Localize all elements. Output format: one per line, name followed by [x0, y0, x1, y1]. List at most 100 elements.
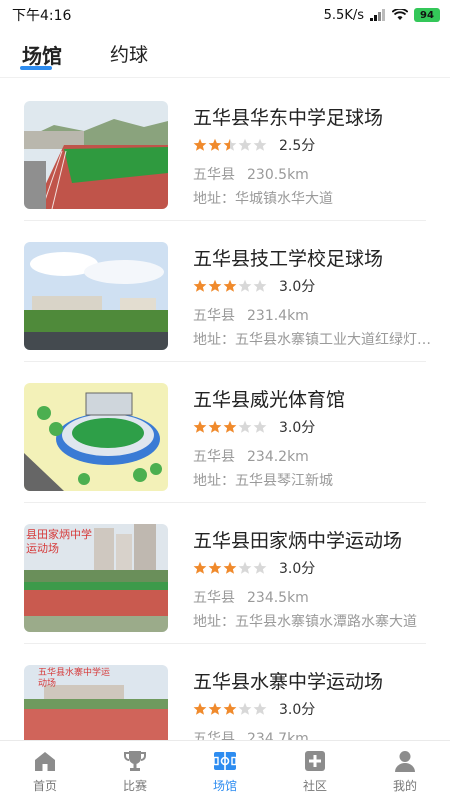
photo-caption: 县田家炳中学 [26, 527, 92, 541]
trophy-icon [124, 751, 146, 771]
star-full-icon [208, 138, 222, 151]
star-full-icon [193, 561, 207, 574]
nav-label: 社区 [302, 779, 327, 793]
venue-address: 地址：五华县水寨镇工业大道红绿灯路口 [193, 332, 431, 348]
status-time: 下午4:16 [12, 8, 72, 24]
star-full-icon [208, 420, 222, 433]
venue-county: 五华县 [193, 167, 235, 183]
venue-list[interactable]: 五华县华东中学足球场 2.5分 五华县 230.5km 地址：华城镇水华大道 五华… [0, 80, 450, 740]
venue-name: 五华县威光体育馆 [193, 389, 346, 411]
star-empty-icon [253, 702, 267, 715]
venue-name: 五华县华东中学足球场 [193, 107, 384, 129]
venue-address: 地址：五华县水寨镇水潭路水寨大道 [193, 614, 417, 630]
venue-rating: 3.0分 [193, 559, 315, 577]
venue-distance-row: 五华县 230.5km [193, 164, 309, 184]
venue-county: 五华县 [193, 590, 235, 606]
nav-matches[interactable]: 比赛 [90, 741, 180, 800]
star-full-icon [223, 561, 237, 574]
venue-county: 五华县 [193, 731, 235, 740]
star-full-icon [193, 279, 207, 292]
nav-community[interactable]: 社区 [270, 741, 360, 800]
star-empty-icon [238, 138, 252, 151]
star-full-icon [193, 138, 207, 151]
venue-name: 五华县田家炳中学运动场 [193, 530, 403, 552]
venue-distance: 234.5km [247, 590, 309, 606]
rating-score: 3.0分 [279, 702, 316, 718]
rating-stars [193, 561, 267, 575]
venue-photo: 县田家炳中学 运动场 [24, 524, 168, 632]
wifi-icon [392, 9, 408, 20]
venue-distance: 234.7km [247, 731, 309, 740]
venue-distance-row: 五华县 234.7km [193, 728, 309, 740]
nav-profile[interactable]: 我的 [360, 741, 450, 800]
bottom-nav: 首页 比赛 场馆 社区 我的 [0, 740, 450, 800]
venue-county: 五华县 [193, 449, 235, 465]
venue-county: 五华县 [193, 308, 235, 324]
venue-distance-row: 五华县 231.4km [193, 305, 309, 325]
venue-photo [24, 242, 168, 350]
venue-distance-row: 五华县 234.2km [193, 446, 309, 466]
star-full-icon [193, 420, 207, 433]
venue-rating: 2.5分 [193, 136, 315, 154]
rating-score: 2.5分 [279, 138, 316, 154]
stadium-icon [213, 752, 237, 770]
star-empty-icon [238, 702, 252, 715]
venue-distance: 231.4km [247, 308, 309, 324]
community-plus-icon [305, 751, 325, 771]
star-full-icon [223, 279, 237, 292]
signal-icon [370, 9, 385, 21]
star-empty-icon [253, 279, 267, 292]
battery-icon: 94 [414, 8, 440, 22]
venue-rating: 3.0分 [193, 277, 315, 295]
nav-label: 比赛 [122, 779, 147, 793]
status-right: 5.5K/s 94 [324, 8, 440, 23]
star-empty-icon [238, 561, 252, 574]
venue-photo [24, 383, 168, 491]
rating-stars [193, 702, 267, 716]
venue-photo [24, 101, 168, 209]
star-empty-icon [253, 561, 267, 574]
photo-caption: 动场 [38, 678, 56, 689]
star-full-icon [208, 561, 222, 574]
star-half-icon [223, 138, 237, 151]
venue-photo: 五华县水寨中学运 动场 [24, 665, 168, 740]
status-bar: 下午4:16 5.5K/s 94 [0, 0, 450, 30]
venue-card[interactable]: 五华县水寨中学运 动场 五华县水寨中学运动场 3.0分 五华县 234.7km [0, 644, 450, 740]
star-empty-icon [253, 138, 267, 151]
tab-venues[interactable]: 场馆 [22, 40, 62, 69]
venue-distance: 230.5km [247, 167, 309, 183]
photo-caption: 五华县水寨中学运 [38, 666, 110, 678]
venue-name: 五华县水寨中学运动场 [193, 671, 384, 693]
nav-label: 我的 [392, 779, 417, 793]
venue-address: 地址：五华县琴江新城 [193, 473, 333, 489]
venue-rating: 3.0分 [193, 700, 315, 718]
rating-score: 3.0分 [279, 279, 316, 295]
star-full-icon [223, 420, 237, 433]
nav-label: 场馆 [212, 779, 237, 793]
venue-distance: 234.2km [247, 449, 309, 465]
star-empty-icon [253, 420, 267, 433]
rating-stars [193, 279, 267, 293]
top-tabs: 场馆 约球 [0, 34, 450, 78]
nav-home[interactable]: 首页 [0, 741, 90, 800]
star-full-icon [208, 279, 222, 292]
nav-venues[interactable]: 场馆 [180, 741, 270, 800]
venue-rating: 3.0分 [193, 418, 315, 436]
star-full-icon [223, 702, 237, 715]
rating-score: 3.0分 [279, 420, 316, 436]
venue-card[interactable]: 五华县技工学校足球场 3.0分 五华县 231.4km 地址：五华县水寨镇工业大道… [0, 221, 450, 362]
rating-stars [193, 420, 267, 434]
active-tab-indicator [20, 66, 52, 70]
photo-caption: 运动场 [26, 541, 59, 555]
venue-card[interactable]: 五华县威光体育馆 3.0分 五华县 234.2km 地址：五华县琴江新城 [0, 362, 450, 503]
star-empty-icon [238, 420, 252, 433]
user-icon [395, 751, 415, 772]
venue-card[interactable]: 县田家炳中学 运动场 五华县田家炳中学运动场 3.0分 五华县 234.5km 地… [0, 503, 450, 644]
venue-distance-row: 五华县 234.5km [193, 587, 309, 607]
venue-card[interactable]: 五华县华东中学足球场 2.5分 五华县 230.5km 地址：华城镇水华大道 [0, 80, 450, 221]
star-full-icon [208, 702, 222, 715]
tab-appointments[interactable]: 约球 [110, 40, 148, 67]
rating-stars [193, 138, 267, 152]
venue-address: 地址：华城镇水华大道 [193, 191, 333, 207]
star-empty-icon [238, 279, 252, 292]
